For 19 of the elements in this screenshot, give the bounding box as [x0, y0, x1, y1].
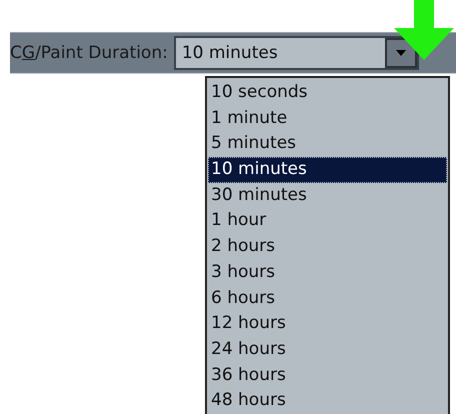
dropdown-option[interactable]: 12 hours — [208, 311, 447, 337]
arrow-down-icon — [392, 0, 456, 60]
dropdown-option[interactable]: 1 minute — [208, 106, 447, 132]
duration-dropdown[interactable]: 10 minutes — [174, 36, 419, 70]
dropdown-option[interactable]: 10 minutes — [208, 157, 447, 183]
dropdown-option[interactable]: 3 hours — [208, 260, 447, 286]
dropdown-option[interactable]: 24 hours — [208, 336, 447, 363]
dropdown-option[interactable]: 5 minutes — [208, 131, 447, 158]
dropdown-option[interactable]: 36 hours — [208, 362, 447, 388]
dropdown-button[interactable] — [384, 38, 417, 68]
dropdown-option[interactable]: 6 hours — [208, 286, 447, 312]
dropdown-value: 10 minutes — [182, 43, 278, 63]
dropdown-option[interactable]: 1 hour — [208, 208, 447, 234]
dropdown-option[interactable]: 2 hours — [208, 234, 447, 260]
dropdown-option[interactable]: 30 minutes — [208, 182, 447, 208]
caret-icon — [394, 49, 407, 57]
dropdown-option[interactable]: 10 seconds — [208, 80, 447, 106]
dropdown-option[interactable]: 48 hours — [208, 388, 447, 414]
field-label: CG/Paint Duration: — [10, 43, 168, 63]
